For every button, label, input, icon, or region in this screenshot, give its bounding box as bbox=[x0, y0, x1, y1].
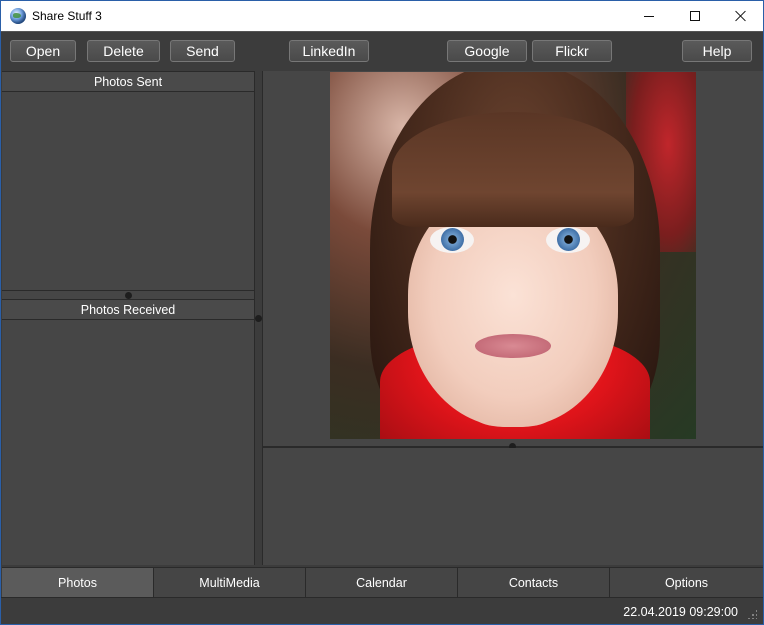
photos-sent-title: Photos Sent bbox=[93, 74, 163, 89]
resize-grip-icon[interactable] bbox=[747, 609, 757, 619]
tab-multimedia[interactable]: MultiMedia bbox=[154, 568, 306, 598]
photo-eye-left bbox=[430, 227, 474, 253]
tab-label: Calendar bbox=[356, 576, 407, 590]
photos-received-header: Photos Received bbox=[2, 299, 254, 320]
photo-lips bbox=[475, 334, 551, 358]
tab-label: Photos bbox=[58, 576, 97, 590]
photo-preview bbox=[330, 72, 696, 439]
tab-bar: Photos MultiMedia Calendar Contacts Opti… bbox=[2, 567, 763, 598]
globe-icon bbox=[10, 8, 26, 24]
close-button[interactable] bbox=[718, 1, 763, 31]
open-button[interactable]: Open bbox=[10, 40, 76, 62]
photo-eye-right bbox=[546, 227, 590, 253]
linkedin-button[interactable]: LinkedIn bbox=[289, 40, 369, 62]
help-button[interactable]: Help bbox=[682, 40, 752, 62]
splitter-handle-icon[interactable] bbox=[255, 315, 262, 322]
photos-sent-header: Photos Sent bbox=[2, 71, 254, 92]
status-bar: 22.04.2019 09:29:00 bbox=[1, 597, 763, 624]
tab-photos[interactable]: Photos bbox=[2, 568, 154, 598]
splitter-handle-icon[interactable] bbox=[125, 292, 132, 299]
toolbar: Open Delete Send LinkedIn Google Flickr … bbox=[1, 31, 763, 70]
left-column: Photos Sent Photos Received bbox=[2, 71, 254, 565]
photos-received-title: Photos Received bbox=[80, 302, 176, 317]
status-datetime: 22.04.2019 09:29:00 bbox=[623, 605, 738, 619]
tab-options[interactable]: Options bbox=[610, 568, 763, 598]
tab-contacts[interactable]: Contacts bbox=[458, 568, 610, 598]
minimize-button[interactable] bbox=[626, 1, 672, 31]
photo-details-panel bbox=[263, 448, 763, 565]
photos-sent-list[interactable] bbox=[2, 92, 254, 291]
title-bar[interactable]: Share Stuff 3 bbox=[1, 1, 763, 31]
window-title: Share Stuff 3 bbox=[32, 9, 102, 23]
app-window: Share Stuff 3 Open Delete Send LinkedIn … bbox=[0, 0, 764, 625]
tab-label: Options bbox=[664, 576, 709, 590]
send-button[interactable]: Send bbox=[170, 40, 235, 62]
vertical-splitter[interactable] bbox=[254, 71, 263, 565]
tab-label: MultiMedia bbox=[199, 576, 260, 590]
photo-viewer[interactable] bbox=[263, 71, 763, 446]
google-button[interactable]: Google bbox=[447, 40, 527, 62]
minimize-icon bbox=[644, 15, 654, 17]
flickr-button[interactable]: Flickr bbox=[532, 40, 612, 62]
photos-received-list[interactable] bbox=[2, 320, 254, 565]
close-icon bbox=[735, 10, 747, 22]
tab-calendar[interactable]: Calendar bbox=[306, 568, 458, 598]
maximize-icon bbox=[690, 11, 700, 21]
delete-button[interactable]: Delete bbox=[87, 40, 160, 62]
tab-label: Contacts bbox=[508, 576, 559, 590]
photo-bangs bbox=[392, 112, 634, 227]
maximize-button[interactable] bbox=[672, 1, 718, 31]
